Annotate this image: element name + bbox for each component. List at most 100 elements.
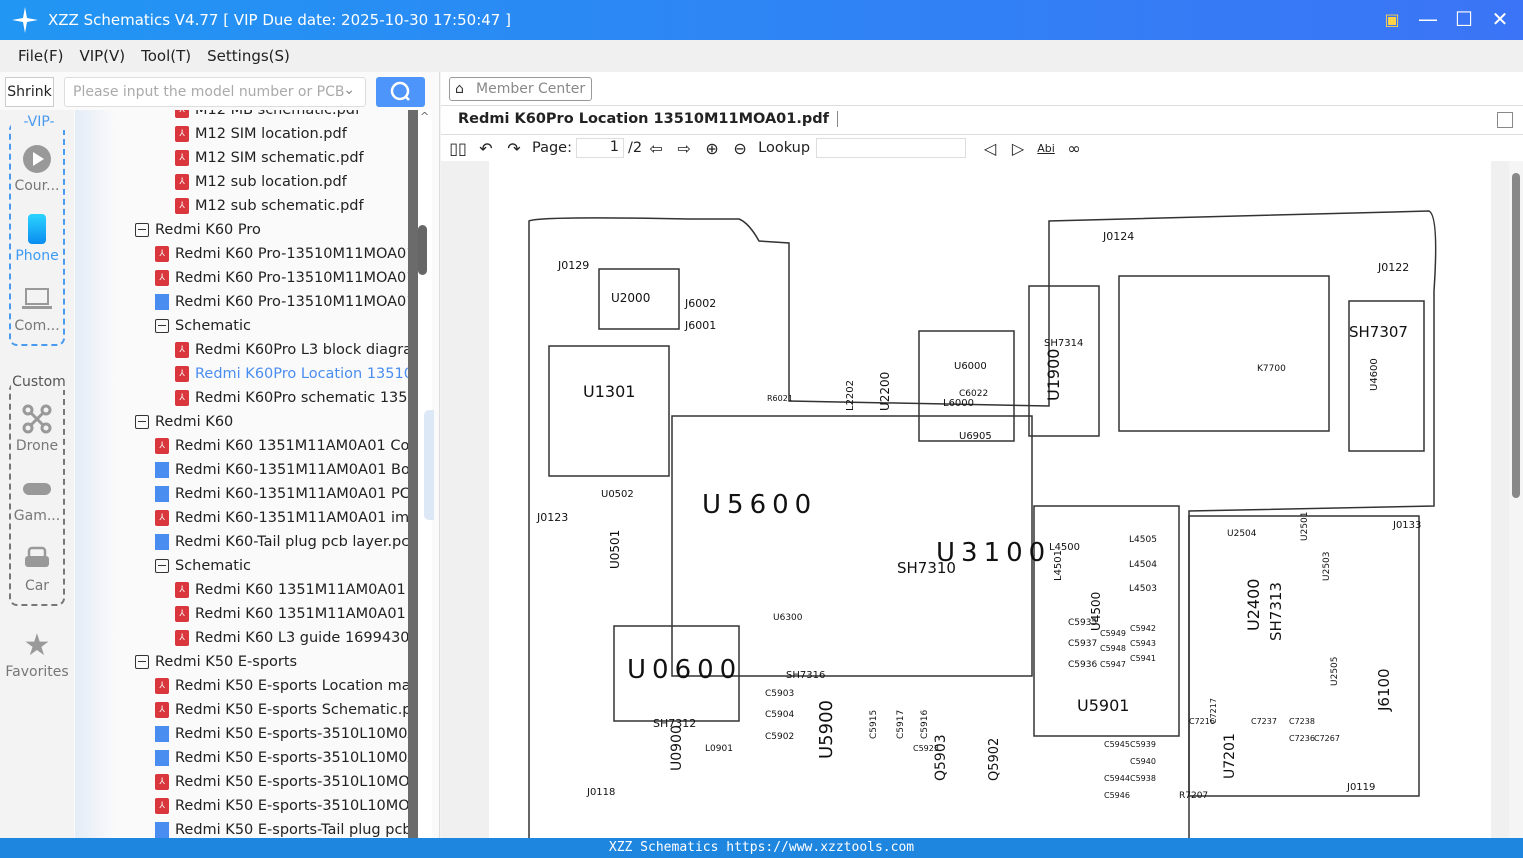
collapse-handle[interactable] [424,410,434,520]
tree-file[interactable]: Redmi K50 E-sports-3510L10M0A b [155,746,408,770]
component-label: C5942 [1130,624,1156,633]
tree-file[interactable]: ⅄ Redmi K60Pro schematic 13510 [175,386,408,410]
nav-game[interactable]: Gam... [0,474,74,524]
search-input[interactable]: Please input the model number or PCB ⌄ [64,77,366,107]
collapse-icon[interactable] [155,319,169,333]
tree-file[interactable]: ⅄ Redmi K50 E-sports Schematic.pdf [155,698,408,722]
component-label: C5937 [1068,639,1097,649]
tree-folder[interactable]: Schematic [155,314,251,338]
maximize-button[interactable]: ☐ [1453,7,1475,31]
match-case-icon[interactable]: Abi [1035,138,1057,158]
component-label: C5936 [1068,660,1097,670]
shrink-button[interactable]: Shrink [5,77,54,107]
tree-file[interactable]: ⅄ Redmi K60-1351M11AM0A01 imag [155,506,408,530]
tree-item-label: Schematic [175,558,251,574]
tree-file[interactable]: Redmi K60-Tail plug pcb layer.pcb [155,530,408,554]
binoculars-icon[interactable]: ∞ [1063,138,1085,158]
nav-favorites[interactable]: ★ Favorites [0,628,74,681]
pcb-board-drawing: U5600U3100SH7310U0600U1301U2000 J6002J600… [528,210,1437,838]
collapse-icon[interactable] [155,559,169,573]
tree-file[interactable]: Redmi K60 Pro-13510M11MOA01 [155,290,408,314]
component-label: U1900 [1044,349,1063,401]
zoom-in-icon[interactable]: ⊕ [701,138,723,158]
chevron-down-icon[interactable]: ⌄ [343,82,355,98]
tree-file[interactable]: ⅄ Redmi K60 1351M11AM0A01 sc [175,602,408,626]
search-placeholder: Please input the model number or PCB [73,84,345,100]
canvas-scroll-thumb[interactable] [1512,173,1520,498]
menu-tool[interactable]: Tool(T) [141,47,191,65]
menu-settings[interactable]: Settings(S) [207,47,290,65]
collapse-icon[interactable] [135,655,149,669]
lookup-input[interactable] [816,138,967,158]
pdf-canvas[interactable]: U5600 U3100 SH7310 U0600 U1301 U2000 J6002 J600… [441,161,1523,838]
tree-scrollbar[interactable] [408,110,418,838]
minimize-button[interactable]: — [1417,7,1439,31]
close-tab-icon[interactable] [1497,112,1513,128]
collapse-icon[interactable] [135,415,149,429]
tree-item-label: Redmi K60-1351M11AM0A01 PCB [175,486,408,502]
next-page-icon[interactable]: ⇨ [673,138,695,158]
tree-item-label: M12 MB schematic.pdf [195,110,361,118]
page-input[interactable]: 1 [576,138,624,158]
tree-file[interactable]: ⅄ Redmi K60 L3 guide 169943036 [175,626,408,650]
tree-file[interactable]: ⅄ Redmi K60 1351M11AM0A01 Com [155,434,408,458]
menu-file[interactable]: File(F) [18,47,63,65]
search-button[interactable] [376,77,425,107]
vip-bag-icon[interactable]: ▣ [1381,8,1403,30]
tree-scroll-thumb[interactable] [418,225,427,275]
pdf-page: U5600 U3100 SH7310 U0600 U1301 U2000 J6002 J600… [489,161,1491,838]
menu-vip[interactable]: VIP(V) [79,47,125,65]
tree-file[interactable]: ⅄ M12 SIM schematic.pdf [175,146,364,170]
nav-phone[interactable]: Phone [0,214,74,264]
nav-label: Drone [15,438,59,454]
tree-item-label: Redmi K60 1351M11AM0A01 sc [195,606,408,622]
tree-file[interactable]: ⅄ Redmi K50 E-sports Location map.p [155,674,408,698]
tree-file[interactable]: ⅄ Redmi K60Pro Location 13510M [175,362,408,386]
nav-drone[interactable]: Drone [0,404,74,454]
tree-file[interactable]: ⅄ M12 sub location.pdf [175,170,347,194]
zoom-out-icon[interactable]: ⊖ [729,138,751,158]
viewer-panel: ⌂ Member Center Redmi K60Pro Location 135… [441,72,1523,838]
drone-icon [22,404,52,434]
scroll-up-icon[interactable]: ^ [420,110,429,123]
component-label: U2000 [611,291,650,305]
find-next-icon[interactable]: ▷ [1007,138,1029,158]
tree-file[interactable]: Redmi K60-1351M11AM0A01 PCB [155,482,408,506]
member-center-button[interactable]: ⌂ Member Center [449,77,593,101]
document-tab[interactable]: Redmi K60Pro Location 13510M11MOA01.pdf [441,105,1523,135]
tree-file[interactable]: ⅄ Redmi K60 Pro-13510M11MOA01 [155,266,408,290]
component-label: L4501 [1053,550,1064,581]
component-label: C5902 [765,732,794,742]
prev-page-icon[interactable]: ⇦ [645,138,667,158]
find-prev-icon[interactable]: ◁ [979,138,1001,158]
tree-file[interactable]: Redmi K50 E-sports-3510L10M0A P [155,722,408,746]
component-label: C6022 [959,389,988,399]
component-label: J0119 [1346,782,1375,793]
rotate-left-icon[interactable]: ↶ [475,138,497,158]
canvas-scrollbar[interactable] [1509,161,1523,838]
tree-file[interactable]: ⅄ M12 SIM location.pdf [175,122,347,146]
page-label: Page: [532,140,572,156]
nav-courses[interactable]: Cour... [0,144,74,194]
tree-file[interactable]: ⅄ Redmi K50 E-sports-3510L10MOA- [155,794,408,818]
nav-computer[interactable]: Com... [0,284,74,334]
tree-file[interactable]: ⅄ Redmi K60Pro L3 block diagram [175,338,408,362]
tree-folder[interactable]: Redmi K60 [135,410,233,434]
tree-file[interactable]: Redmi K50 E-sports-Tail plug pcb l [155,818,408,838]
tree-folder[interactable]: Schematic [155,554,251,578]
two-page-icon[interactable]: ▯▯ [447,138,469,158]
rotate-right-icon[interactable]: ↷ [503,138,525,158]
tree-file[interactable]: ⅄ M12 sub schematic.pdf [175,194,364,218]
tree-file[interactable]: ⅄ Redmi K60 Pro-13510M11MOA01 [155,242,408,266]
tree-file[interactable]: ⅄ Redmi K60 1351M11AM0A01 Lo [175,578,408,602]
collapse-icon[interactable] [135,223,149,237]
tree-folder[interactable]: Redmi K50 E-sports [135,650,297,674]
nav-car[interactable]: Car [0,544,74,594]
tree-folder[interactable]: Redmi K60 Pro [135,218,261,242]
pdf-file-icon: ⅄ [155,438,169,454]
tree-file[interactable]: ⅄ Redmi K50 E-sports-3510L10MOA- [155,770,408,794]
tree-file[interactable]: Redmi K60-1351M11AM0A01 Boar [155,458,408,482]
tree-file[interactable]: ⅄ M12 MB schematic.pdf [175,110,360,122]
component-label: U2503 [1322,552,1332,582]
close-button[interactable]: ✕ [1489,7,1511,31]
